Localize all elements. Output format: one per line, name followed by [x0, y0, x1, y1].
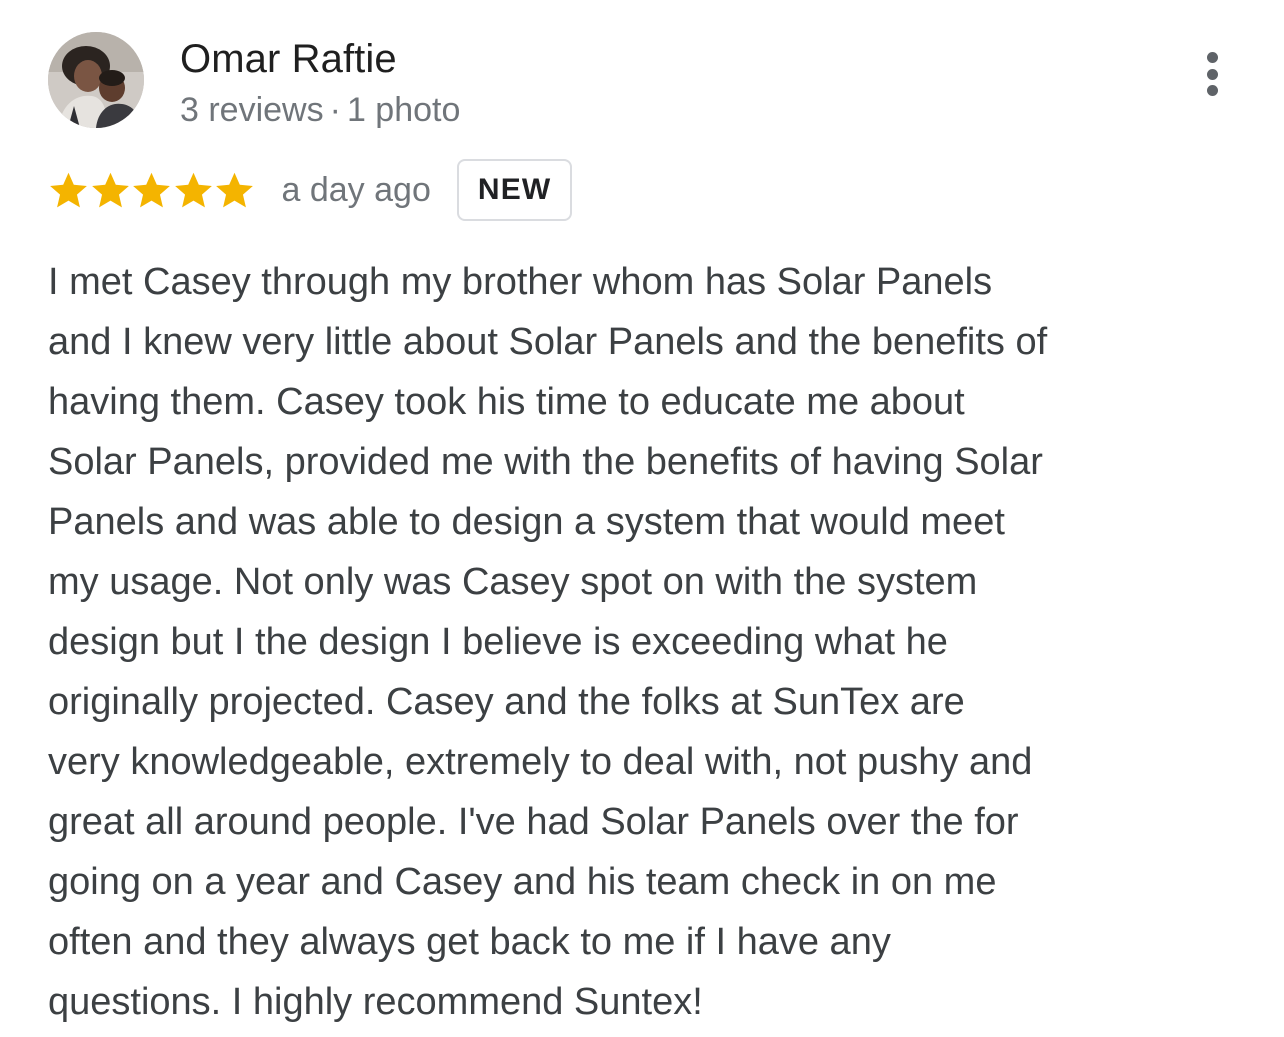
author-meta: 3 reviews · 1 photo [180, 91, 460, 130]
star-icon [91, 172, 129, 207]
more-options-button[interactable] [1190, 48, 1234, 100]
vertical-ellipsis-icon [1206, 85, 1218, 96]
star-rating [48, 170, 256, 211]
review-date: a day ago [281, 170, 431, 209]
star-icon [50, 172, 87, 207]
meta-separator: · [329, 91, 341, 129]
author-name[interactable]: Omar Raftie [180, 37, 397, 82]
vertical-ellipsis-icon [1206, 68, 1218, 80]
vertical-ellipsis-icon [1206, 52, 1218, 63]
author-photo-count: 1 photo [346, 91, 461, 129]
author-avatar[interactable] [48, 32, 144, 128]
star-icon [216, 172, 253, 207]
review-card: Omar Raftie 3 reviews · 1 photo a day ago … [0, 0, 1284, 1037]
new-badge: NEW [456, 159, 573, 221]
author-review-count: 3 reviews [180, 91, 324, 129]
user-photo-avatar-icon [48, 32, 144, 128]
rating-row: a day ago NEW [48, 158, 573, 222]
star-icon [133, 172, 170, 207]
star-icon [174, 172, 212, 207]
review-text: I met Casey through my brother whom has … [48, 261, 1048, 1023]
